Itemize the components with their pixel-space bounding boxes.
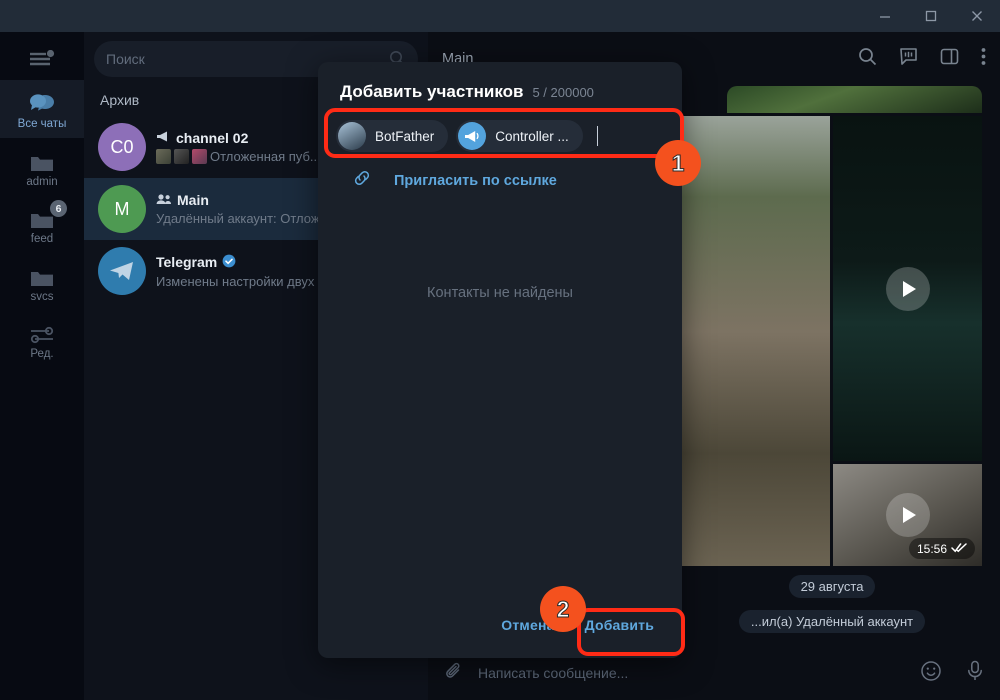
member-count: 5 / 200000 bbox=[532, 85, 594, 100]
invite-by-link-row[interactable]: Пригласить по ссылке bbox=[318, 156, 682, 193]
empty-state-label: Контакты не найдены bbox=[427, 285, 573, 301]
empty-state: Контакты не найдены bbox=[318, 193, 682, 592]
modal-overlay: Добавить участников 5 / 200000 BotFather… bbox=[0, 0, 1000, 700]
annotation-badge-2: 2 bbox=[540, 586, 586, 632]
highlight-box-members-field bbox=[324, 108, 684, 158]
annotation-badge-1: 1 bbox=[655, 140, 701, 186]
highlight-box-add-button bbox=[577, 608, 685, 656]
link-icon bbox=[352, 168, 372, 193]
telegram-window: Все чаты admin 6 feed svcs Ред. Поиск Ар… bbox=[0, 0, 1000, 700]
dialog-title: Добавить участников bbox=[340, 82, 524, 101]
invite-by-link-label: Пригласить по ссылке bbox=[394, 172, 557, 189]
